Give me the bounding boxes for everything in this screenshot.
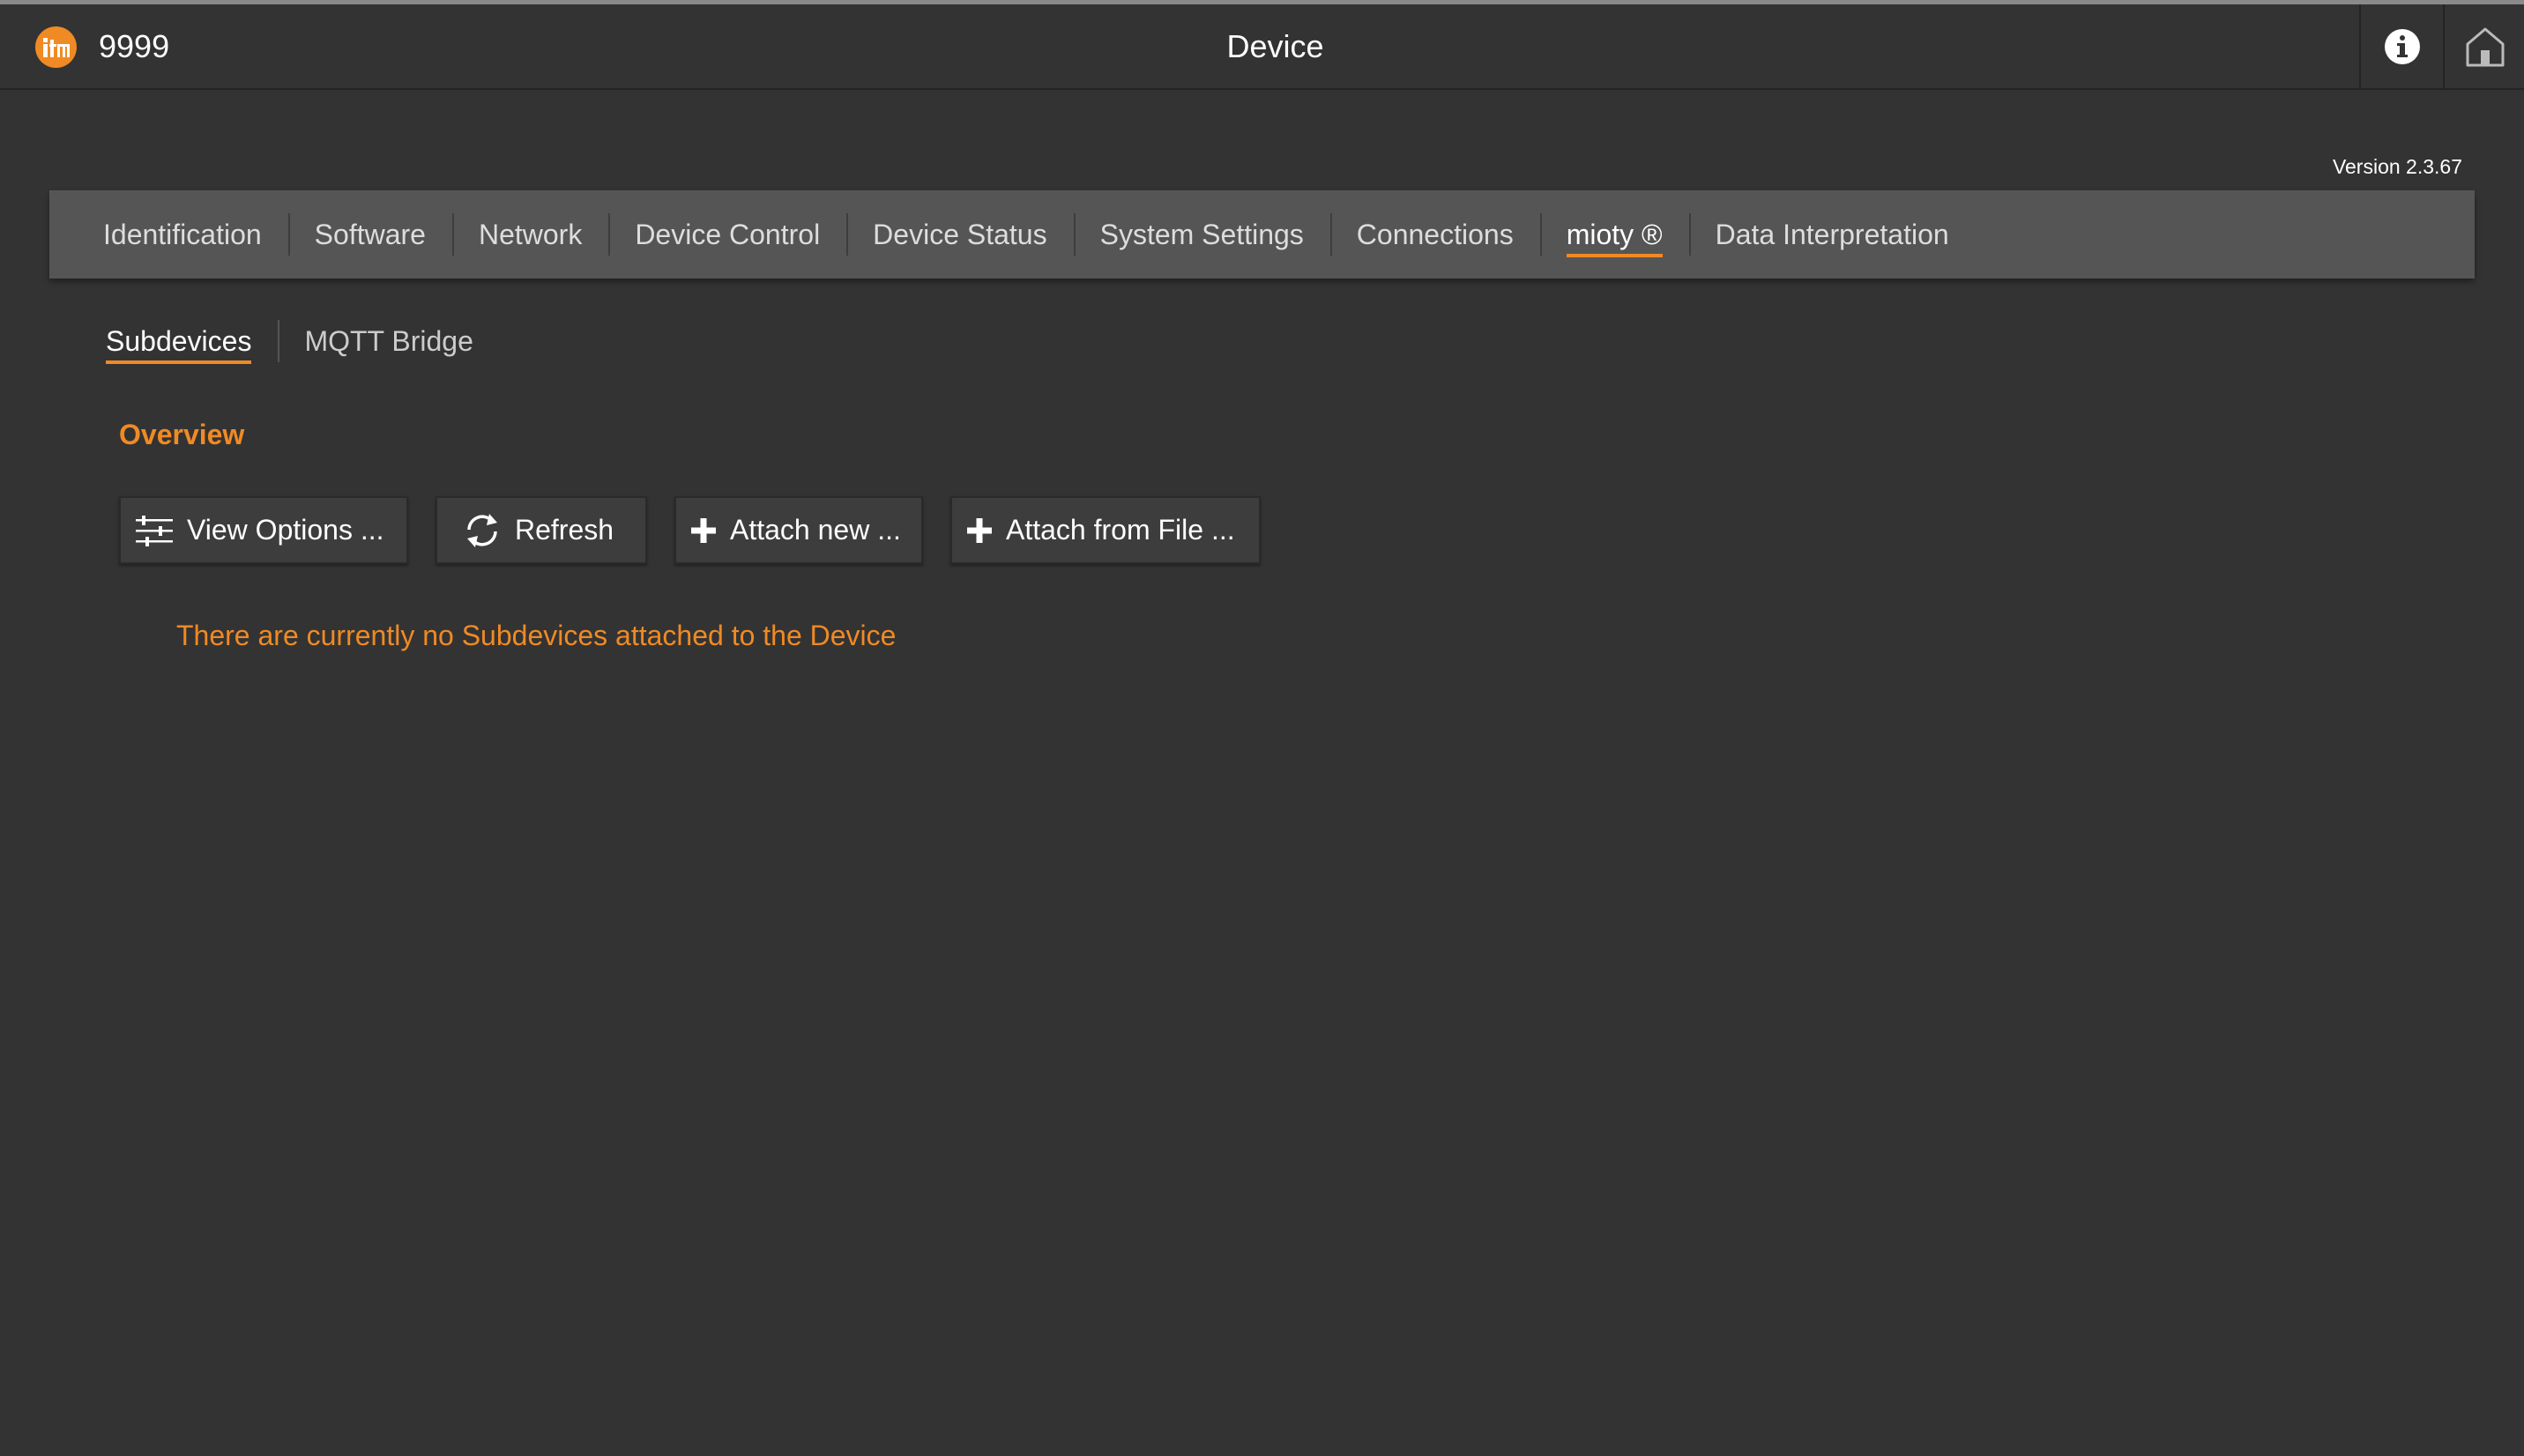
tab-label: Network [478, 219, 583, 250]
plus-icon [965, 516, 994, 545]
tab-system-settings[interactable]: System Settings [1073, 213, 1330, 256]
page-title: Device [1226, 28, 1324, 64]
tab-network[interactable]: Network [451, 213, 608, 256]
tab-label: Software [314, 219, 426, 250]
plus-icon [689, 516, 718, 545]
tab-label: Identification [103, 219, 262, 250]
view-options-button[interactable]: View Options ... [119, 496, 408, 564]
sliders-icon [134, 513, 175, 548]
attach-new-label: Attach new ... [730, 514, 901, 546]
tab-data-interpretation[interactable]: Data Interpretation [1688, 213, 1976, 256]
tab-identification[interactable]: Identification [103, 217, 288, 252]
refresh-icon [462, 510, 503, 551]
home-icon [2466, 27, 2505, 66]
tab-device-control[interactable]: Device Control [608, 213, 846, 256]
subtab-label: MQTT Bridge [304, 325, 473, 357]
home-button[interactable] [2445, 4, 2524, 88]
empty-state-message: There are currently no Subdevices attach… [176, 620, 897, 651]
tab-label: System Settings [1099, 219, 1304, 250]
tab-label: Connections [1356, 219, 1514, 250]
sub-tab-bar: Subdevices MQTT Bridge [106, 319, 500, 364]
tab-device-status[interactable]: Device Status [846, 213, 1073, 256]
tab-label: Device Status [873, 219, 1047, 250]
attach-new-button[interactable]: Attach new ... [674, 496, 923, 564]
section-title: Overview [119, 419, 245, 450]
tab-connections[interactable]: Connections [1329, 213, 1540, 256]
subtab-label: Subdevices [106, 325, 252, 364]
refresh-label: Refresh [515, 514, 614, 546]
subtab-subdevices[interactable]: Subdevices [106, 323, 278, 364]
version-label: Version 2.3.67 [2332, 155, 2462, 178]
app-header: 9999 Device [0, 4, 2524, 90]
subtab-mqtt-bridge[interactable]: MQTT Bridge [278, 320, 499, 362]
info-button[interactable] [2362, 4, 2443, 88]
main-tab-bar: Identification Software Network Device C… [49, 190, 2475, 279]
refresh-button[interactable]: Refresh [436, 496, 647, 564]
tab-label: mioty ® [1566, 219, 1663, 257]
tab-mioty[interactable]: mioty ® [1539, 213, 1689, 257]
tab-label: Device Control [635, 219, 821, 250]
attach-from-file-button[interactable]: Attach from File ... [950, 496, 1261, 564]
view-options-label: View Options ... [187, 514, 384, 546]
info-icon [2385, 28, 2420, 64]
tab-software[interactable]: Software [287, 213, 452, 256]
tab-label: Data Interpretation [1715, 219, 1949, 250]
attach-from-file-label: Attach from File ... [1006, 514, 1235, 546]
header-divider [2359, 4, 2361, 88]
